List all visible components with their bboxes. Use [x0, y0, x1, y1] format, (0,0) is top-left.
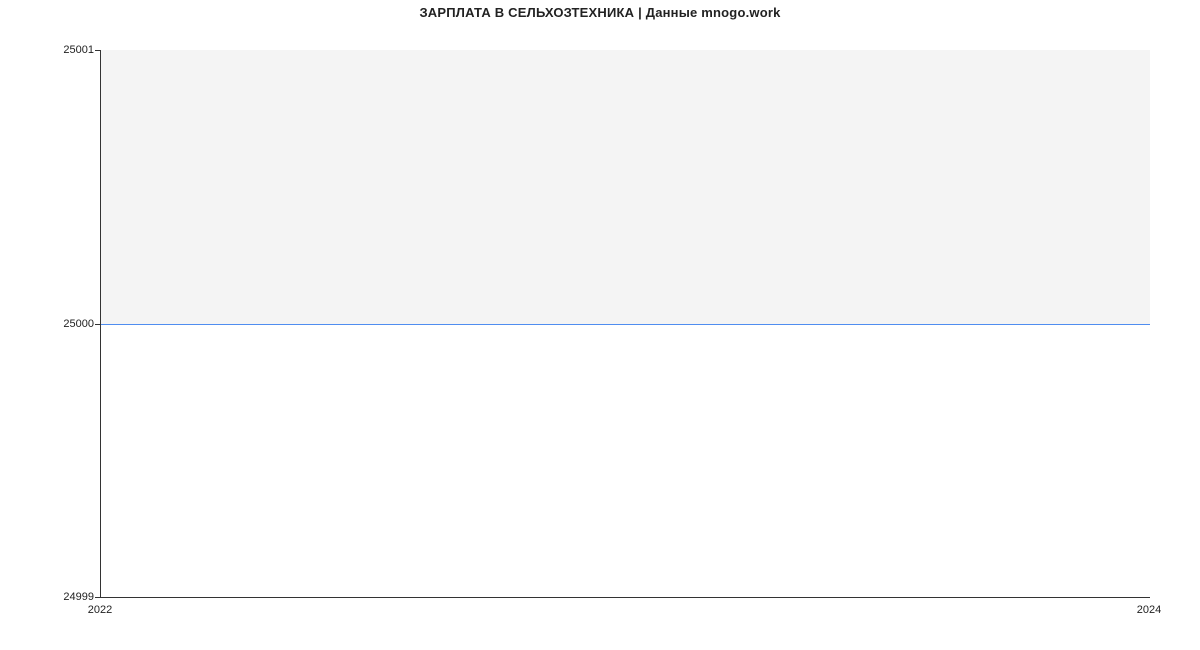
data-line: [101, 324, 1150, 325]
y-tick-label: 24999: [63, 591, 94, 603]
plot-area: [100, 50, 1150, 598]
chart-title: ЗАРПЛАТА В СЕЛЬХОЗТЕХНИКА | Данные mnogo…: [0, 5, 1200, 20]
x-tick-label: 2024: [1137, 604, 1161, 616]
y-tick-label: 25000: [63, 318, 94, 330]
x-tick-label: 2022: [88, 604, 112, 616]
y-tick-mark: [95, 597, 101, 598]
chart-container: ЗАРПЛАТА В СЕЛЬХОЗТЕХНИКА | Данные mnogo…: [0, 0, 1200, 650]
chart-shade: [101, 50, 1150, 324]
y-tick-label: 25001: [63, 44, 94, 56]
